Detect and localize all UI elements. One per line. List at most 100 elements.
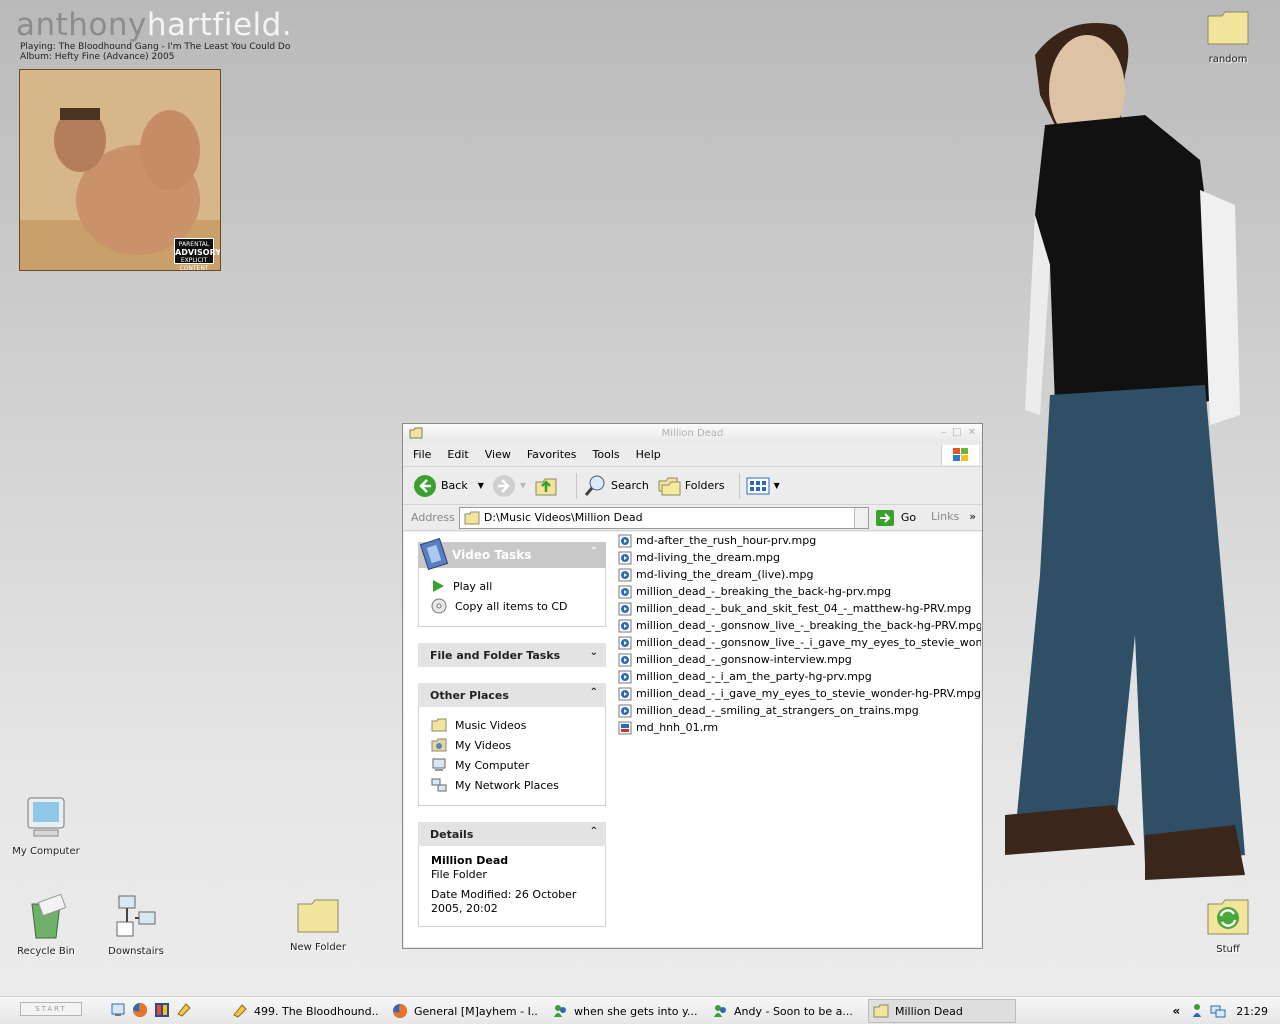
file-item[interactable]: million_dead_-_i_gave_my_eyes_to_stevie_…: [618, 685, 981, 702]
address-field[interactable]: [458, 506, 869, 529]
file-item[interactable]: million_dead_-_gonsnow_live_-_i_gave_my_…: [618, 634, 981, 651]
firefox-icon[interactable]: [132, 1002, 148, 1018]
go-button[interactable]: Go: [875, 509, 916, 527]
menu-bar: File Edit View Favorites Tools Help: [403, 443, 982, 467]
views-button[interactable]: ▼: [746, 476, 780, 496]
address-dropdown[interactable]: [853, 507, 868, 528]
folder-icon: [409, 427, 423, 439]
recycle-bin-icon: [31, 894, 67, 939]
person-illustration: [1005, 23, 1245, 880]
task-pane: Video Tasks ⌃ Play all Copy all items to…: [418, 538, 606, 943]
task-bloodhound[interactable]: 499. The Bloodhound...: [228, 999, 378, 1023]
collapse-chevron-icon[interactable]: ⌃: [590, 687, 598, 698]
menu-view[interactable]: View: [485, 448, 511, 461]
folder-icon: [1207, 11, 1249, 45]
place-my-network-places[interactable]: My Network Places: [431, 775, 593, 795]
clock: 21:29: [1236, 1004, 1268, 1018]
task-million-dead[interactable]: Million Dead: [868, 999, 1016, 1023]
file-folder-tasks-header[interactable]: File and Folder Tasks ⌄: [418, 643, 606, 667]
file-item[interactable]: million_dead_-_breaking_the_back-hg-prv.…: [618, 583, 981, 600]
file-item[interactable]: md_hnh_01.rm: [618, 719, 981, 736]
place-my-videos[interactable]: My Videos: [431, 735, 593, 755]
other-places-header[interactable]: Other Places ⌃: [418, 683, 606, 707]
file-item[interactable]: md-living_the_dream.mpg: [618, 549, 981, 566]
start-button[interactable]: START: [20, 1002, 82, 1016]
details-header[interactable]: Details ⌃: [418, 822, 606, 846]
folders-icon: [658, 477, 681, 495]
desktop-icon-new-folder[interactable]: New Folder: [278, 896, 358, 953]
menu-edit[interactable]: Edit: [447, 448, 468, 461]
forward-dropdown-icon[interactable]: ▼: [520, 481, 526, 490]
menu-help[interactable]: Help: [636, 448, 661, 461]
video-file-icon: [618, 602, 632, 615]
folder-icon: [297, 899, 339, 933]
file-item[interactable]: million_dead_-_smiling_at_strangers_on_t…: [618, 702, 981, 719]
file-item[interactable]: md-living_the_dream_(live).mpg: [618, 566, 981, 583]
search-icon: [584, 475, 605, 496]
video-tasks-header[interactable]: Video Tasks ⌃: [418, 538, 606, 570]
address-bar: Address Go Links»: [403, 505, 982, 531]
tray-expand-icon[interactable]: «: [1173, 1004, 1181, 1018]
firefox-icon: [393, 1004, 407, 1018]
address-label: Address: [411, 511, 455, 524]
forward-button[interactable]: ▼: [492, 474, 526, 498]
details-type: File Folder: [431, 868, 487, 881]
desktop-icon-recycle-bin[interactable]: Recycle Bin: [6, 894, 86, 957]
show-desktop-icon[interactable]: [110, 1002, 126, 1018]
back-arrow-icon: [414, 474, 436, 497]
file-item[interactable]: million_dead_-_gonsnow_live_-_breaking_t…: [618, 617, 981, 634]
maximize-button[interactable]: □: [952, 427, 961, 438]
explorer-window[interactable]: Million Dead – □ ✕ File Edit View Favori…: [402, 423, 983, 949]
network-status-icon[interactable]: [1192, 1003, 1208, 1019]
go-arrow-icon: [875, 509, 894, 526]
file-item[interactable]: million_dead_-_i_am_the_party-hg-prv.mpg: [618, 668, 981, 685]
brand-last: hartfield.: [146, 7, 293, 43]
back-button[interactable]: Back ▼: [413, 474, 484, 498]
search-button[interactable]: Search: [583, 474, 649, 498]
views-dropdown-icon[interactable]: ▼: [774, 481, 780, 490]
desktop-icon-my-computer[interactable]: My Computer: [6, 796, 86, 857]
close-button[interactable]: ✕: [968, 427, 976, 438]
other-places-panel: Other Places ⌃ Music Videos My Videos My…: [418, 683, 606, 806]
collapse-chevron-icon[interactable]: ⌃: [590, 826, 598, 837]
media-library-icon[interactable]: [154, 1002, 170, 1018]
play-all-link[interactable]: Play all: [431, 576, 593, 596]
links-chevron-icon[interactable]: »: [969, 510, 976, 523]
quick-launch: [110, 1002, 192, 1018]
place-my-computer[interactable]: My Computer: [431, 755, 593, 775]
desktop-icon-downstairs[interactable]: Downstairs: [96, 894, 176, 957]
up-folder-button[interactable]: [534, 474, 562, 498]
folders-button[interactable]: Folders: [657, 475, 725, 497]
minimize-button[interactable]: –: [941, 427, 946, 438]
messenger-icon: [554, 1005, 566, 1017]
video-file-icon: [618, 568, 632, 581]
winamp-icon[interactable]: [176, 1002, 192, 1018]
desktop-icon-stuff[interactable]: Stuff: [1188, 896, 1268, 955]
menu-tools[interactable]: Tools: [593, 448, 620, 461]
file-folder-tasks-panel: File and Folder Tasks ⌄: [418, 643, 606, 667]
menu-file[interactable]: File: [413, 448, 431, 461]
album-art: PARENTAL ADVISORY EXPLICIT CONTENT: [19, 69, 221, 271]
task-when-she-gets[interactable]: when she gets into y...: [548, 999, 698, 1023]
views-icon: [746, 477, 770, 494]
task-andy[interactable]: Andy - Soon to be a...: [708, 999, 858, 1023]
folder-icon: [464, 511, 480, 524]
network-connection-icon[interactable]: [1210, 1003, 1226, 1019]
back-dropdown-icon[interactable]: ▼: [478, 481, 484, 490]
file-item[interactable]: million_dead_-_buk_and_skit_fest_04_-_ma…: [618, 600, 981, 617]
network-icon: [116, 895, 156, 937]
title-bar[interactable]: Million Dead – □ ✕: [403, 424, 982, 443]
collapse-chevron-icon[interactable]: ⌃: [590, 546, 598, 557]
file-item[interactable]: million_dead_-_gonsnow-interview.mpg: [618, 651, 981, 668]
menu-favorites[interactable]: Favorites: [527, 448, 577, 461]
window-title: Million Dead: [661, 428, 724, 439]
file-item[interactable]: md-after_the_rush_hour-prv.mpg: [618, 532, 981, 549]
links-toolbar[interactable]: Links»: [931, 510, 976, 523]
place-music-videos[interactable]: Music Videos: [431, 715, 593, 735]
address-input[interactable]: [483, 511, 854, 524]
task-general-mayhem[interactable]: General [M]ayhem - I...: [388, 999, 538, 1023]
copy-to-cd-link[interactable]: Copy all items to CD: [431, 596, 593, 616]
video-file-icon: [618, 551, 632, 564]
expand-chevron-icon[interactable]: ⌄: [590, 647, 598, 658]
desktop-icon-random[interactable]: random: [1188, 8, 1268, 65]
